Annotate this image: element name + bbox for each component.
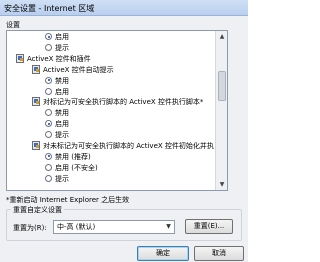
reset-button[interactable]: 重置(E)... [185, 219, 233, 234]
list-item-label: 启用 [55, 33, 69, 41]
settings-icon [32, 64, 40, 74]
title-bar[interactable]: 安全设置 - Internet 区域 [0, 0, 248, 16]
list-item-label: ActiveX 控件和插件 [27, 54, 91, 63]
scroll-up-icon[interactable]: ▲ [216, 31, 227, 42]
list-item-label: 启用 (不安全) [55, 163, 98, 172]
list-item-label: 提示 [55, 131, 69, 140]
radio-option[interactable]: 禁用 [7, 108, 215, 118]
list-item-label: 对标记为可安全执行脚本的 ActiveX 控件执行脚本* [43, 98, 204, 107]
setting-item: ActiveX 控件自动提示 [7, 64, 215, 75]
list-item-label: 启用 [55, 120, 69, 129]
radio-option[interactable]: 启用 (不安全) [7, 163, 215, 173]
radio-option[interactable]: 启用 [7, 32, 215, 42]
radio-option[interactable]: 提示 [7, 174, 215, 184]
radio-button[interactable] [45, 87, 52, 95]
list-item-label: 对未标记为可安全执行脚本的 ActiveX 控件初始化并执 [43, 142, 214, 150]
setting-category: ActiveX 控件和插件 [7, 53, 215, 64]
cancel-button[interactable]: 取消 [194, 246, 244, 261]
radio-button[interactable] [45, 33, 52, 40]
radio-option[interactable]: 禁用 (推荐) [7, 152, 215, 162]
reset-level-value: 中-高 (默认) [57, 223, 96, 231]
radio-button[interactable] [45, 76, 52, 84]
radio-option[interactable]: 提示 [7, 130, 215, 140]
radio-button[interactable] [45, 174, 52, 182]
setting-item: 对标记为可安全执行脚本的 ActiveX 控件执行脚本* [7, 97, 215, 107]
list-item-label: 提示 [55, 43, 69, 52]
radio-button[interactable] [45, 131, 52, 139]
settings-label: 设置 [6, 21, 20, 29]
chevron-down-icon[interactable]: ▼ [163, 221, 174, 233]
settings-list[interactable]: 启用 提示 ActiveX 控件和插件 ActiveX 控件自动提示 禁用 启用 对标记为可… [6, 30, 228, 191]
setting-item: 对未标记为可安全执行脚本的 ActiveX 控件初始化并执 [7, 141, 215, 151]
radio-button[interactable] [45, 152, 52, 160]
list-item-label: ActiveX 控件自动提示 [43, 65, 114, 74]
list-item-label: 禁用 [55, 76, 69, 85]
ok-button[interactable]: 确定 [137, 246, 189, 261]
scrollbar-thumb[interactable] [218, 71, 226, 101]
settings-icon [32, 97, 40, 107]
reset-group: 重置自定义设置 重置为(R): 中-高 (默认) ▼ 重置(E)... [6, 205, 242, 241]
settings-icon [16, 53, 24, 63]
radio-button[interactable] [45, 163, 52, 171]
list-item-label: 提示 [55, 174, 69, 183]
scroll-down-icon[interactable]: ▼ [216, 179, 227, 190]
list-item-label: 启用 [55, 87, 69, 96]
radio-option[interactable]: 提示 [7, 43, 215, 53]
reset-level-select[interactable]: 中-高 (默认) ▼ [53, 220, 175, 234]
dialog-body: 设置 启用 提示 ActiveX 控件和插件 ActiveX 控件自动提示 禁用 启用 对标… [0, 16, 248, 262]
reset-to-label: 重置为(R): [13, 224, 47, 232]
settings-icon [32, 141, 40, 150]
radio-button[interactable] [45, 109, 52, 117]
radio-option[interactable]: 启用 [7, 87, 215, 97]
list-item-label: 禁用 (推荐) [55, 152, 91, 161]
vertical-scrollbar[interactable]: ▲ ▼ [215, 31, 227, 190]
reset-group-title: 重置自定义设置 [11, 205, 64, 215]
window-title: 安全设置 - Internet 区域 [4, 4, 95, 13]
list-item-label: 禁用 [55, 109, 69, 118]
restart-note: *重新启动 Internet Explorer 之后生效 [6, 196, 130, 204]
settings-list-content: 启用 提示 ActiveX 控件和插件 ActiveX 控件自动提示 禁用 启用 对标记为可… [7, 31, 215, 190]
radio-button[interactable] [45, 43, 52, 51]
radio-button[interactable] [45, 120, 52, 128]
radio-option[interactable]: 禁用 [7, 76, 215, 86]
radio-option[interactable]: 启用 [7, 119, 215, 129]
